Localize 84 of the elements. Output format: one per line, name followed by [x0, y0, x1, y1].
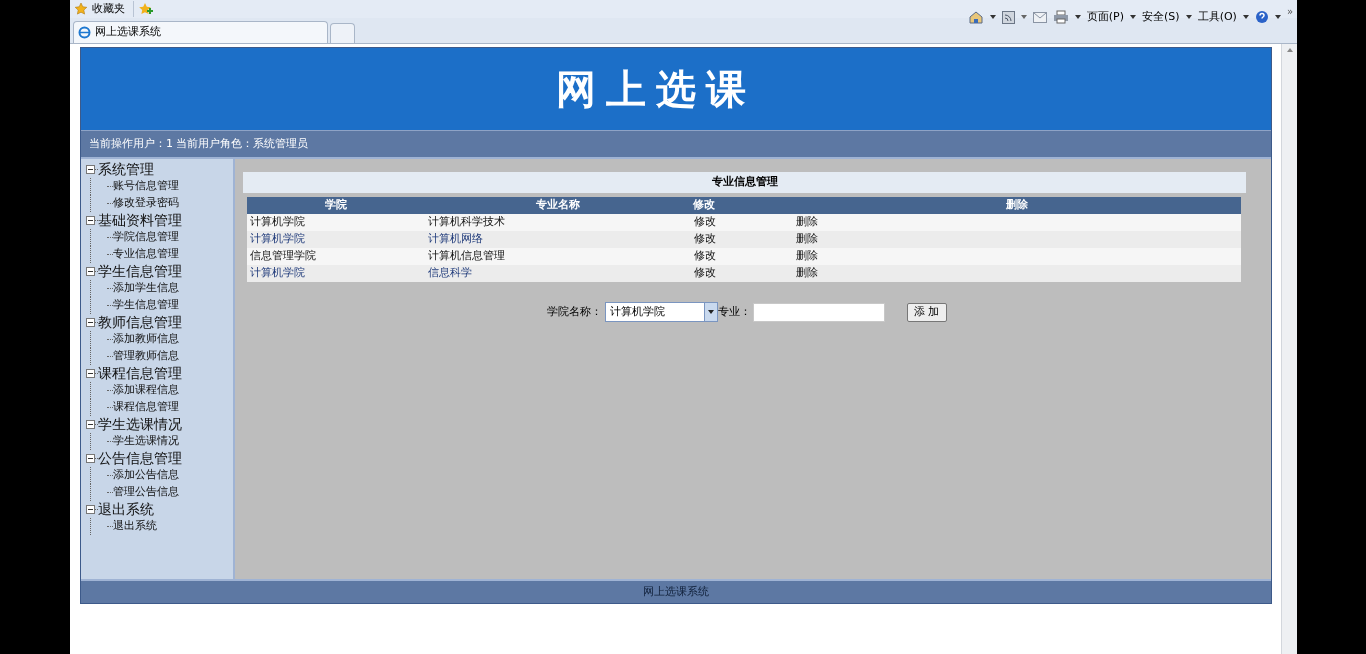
collapse-icon[interactable]: [86, 369, 95, 378]
add-button[interactable]: 添 加: [907, 302, 947, 322]
browser-tab[interactable]: 网上选课系统: [73, 21, 328, 43]
sidebar-item[interactable]: 学生信息管理: [113, 297, 179, 314]
sidebar-group[interactable]: 课程信息管理: [98, 363, 182, 384]
table-cell: 信息科学: [425, 265, 691, 282]
help-icon[interactable]: [1254, 10, 1269, 24]
sidebar-item[interactable]: 专业信息管理: [113, 246, 179, 263]
collapse-icon[interactable]: [86, 318, 95, 327]
browser-logo-icon: [78, 26, 91, 39]
table-link[interactable]: 修改: [691, 265, 793, 282]
add-favorite-icon[interactable]: [138, 2, 154, 16]
column-header: 修改: [691, 197, 793, 214]
college-select[interactable]: 计算机学院: [605, 302, 718, 322]
sidebar-group[interactable]: 系统管理: [98, 159, 154, 180]
dropdown-arrow-icon[interactable]: [989, 15, 996, 19]
dropdown-arrow-icon[interactable]: [1130, 15, 1137, 19]
table-cell: 计算机学院: [247, 231, 425, 248]
printer-icon[interactable]: [1052, 10, 1069, 24]
sidebar-item[interactable]: 添加公告信息: [113, 467, 179, 484]
collapse-icon[interactable]: [86, 505, 95, 514]
column-header: 学院: [247, 197, 425, 214]
dropdown-arrow-icon[interactable]: [1074, 15, 1081, 19]
sidebar-group[interactable]: 公告信息管理: [98, 448, 182, 469]
collapse-icon[interactable]: [86, 267, 95, 276]
sidebar-item[interactable]: 退出系统: [113, 518, 157, 535]
feed-icon[interactable]: [1001, 10, 1015, 24]
collapse-icon[interactable]: [86, 165, 95, 174]
table-link[interactable]: 删除: [793, 265, 1241, 282]
more-button[interactable]: »: [1286, 3, 1293, 19]
table-link[interactable]: 删除: [793, 214, 1241, 231]
table-cell: 计算机科学技术: [425, 214, 691, 231]
toolbar-menu[interactable]: 页面(P): [1086, 8, 1125, 26]
table-cell: 计算机学院: [247, 214, 425, 231]
dropdown-arrow-icon[interactable]: [1274, 15, 1281, 19]
table-link[interactable]: 删除: [793, 231, 1241, 248]
major-input-field[interactable]: [753, 302, 885, 322]
sidebar-group[interactable]: 学生信息管理: [98, 261, 182, 282]
home-icon[interactable]: [967, 10, 984, 24]
sidebar-group[interactable]: 教师信息管理: [98, 312, 182, 333]
sidebar-group[interactable]: 退出系统: [98, 499, 154, 520]
table-link[interactable]: 修改: [691, 231, 793, 248]
table-cell: 信息管理学院: [247, 248, 425, 265]
table-link[interactable]: 修改: [691, 248, 793, 265]
sidebar-item[interactable]: 修改登录密码: [113, 195, 179, 212]
collapse-icon[interactable]: [86, 454, 95, 463]
table-link[interactable]: 修改: [691, 214, 793, 231]
banner-title: 网上选课: [556, 65, 757, 114]
sidebar-item[interactable]: 账号信息管理: [113, 178, 179, 195]
table-cell: 计算机网络: [425, 231, 691, 248]
favorites-button[interactable]: 收藏夹: [92, 0, 134, 18]
table-link[interactable]: 删除: [793, 248, 1241, 265]
sidebar-item[interactable]: 管理公告信息: [113, 484, 179, 501]
sidebar-item[interactable]: 添加课程信息: [113, 382, 179, 399]
mail-icon[interactable]: [1032, 11, 1047, 23]
scrollbar[interactable]: [1281, 44, 1297, 654]
user-info-text: 当前操作用户：1 当前用户角色：系统管理员: [89, 135, 309, 152]
dropdown-arrow-icon[interactable]: [1185, 15, 1192, 19]
sidebar-item[interactable]: 学生选课情况: [113, 433, 179, 450]
major-label: 专业：: [718, 303, 751, 320]
toolbar-menu[interactable]: 工具(O): [1197, 8, 1237, 26]
panel-title: 专业信息管理: [711, 174, 778, 191]
table-cell: 计算机学院: [247, 265, 425, 282]
column-header: 删除: [793, 197, 1241, 214]
collapse-icon[interactable]: [86, 216, 95, 225]
dropdown-arrow-icon[interactable]: [1020, 15, 1027, 19]
sidebar-group[interactable]: 基础资料管理: [98, 210, 182, 231]
dropdown-arrow-icon: [708, 310, 714, 314]
scroll-up-icon[interactable]: [1286, 48, 1293, 52]
sidebar-item[interactable]: 添加学生信息: [113, 280, 179, 297]
footer-text: 网上选课系统: [643, 583, 709, 600]
dropdown-button[interactable]: [704, 303, 717, 321]
sidebar-item[interactable]: 课程信息管理: [113, 399, 179, 416]
column-header: 专业名称: [425, 197, 691, 214]
toolbar-menu[interactable]: 安全(S): [1142, 8, 1180, 26]
sidebar-group[interactable]: 学生选课情况: [98, 414, 182, 435]
college-label: 学院名称：: [547, 303, 602, 320]
table-cell: 计算机信息管理: [425, 248, 691, 265]
sidebar-item[interactable]: 管理教师信息: [113, 348, 179, 365]
collapse-icon[interactable]: [86, 420, 95, 429]
sidebar-item[interactable]: 学院信息管理: [113, 229, 179, 246]
dropdown-arrow-icon[interactable]: [1242, 15, 1249, 19]
star-icon[interactable]: [74, 2, 88, 16]
sidebar-item[interactable]: 添加教师信息: [113, 331, 179, 348]
